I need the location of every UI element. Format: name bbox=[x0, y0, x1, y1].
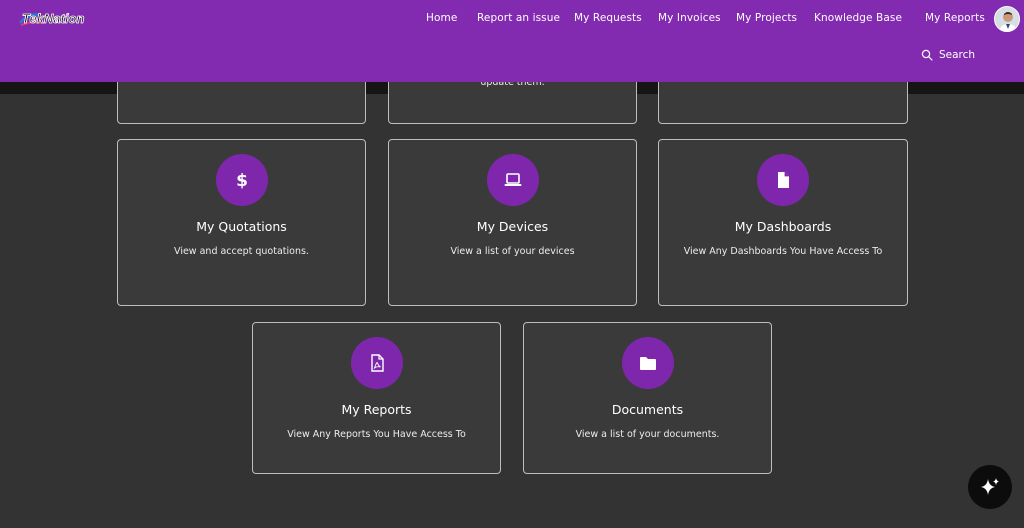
user-avatar[interactable] bbox=[994, 6, 1020, 32]
avatar-image bbox=[995, 7, 1019, 31]
sparkle-icon bbox=[981, 478, 999, 495]
nav-report-an-issue[interactable]: Report an issue bbox=[477, 12, 560, 24]
card-my-dashboards[interactable]: My Dashboards View Any Dashboards You Ha… bbox=[658, 139, 908, 306]
dollar-icon: $ bbox=[236, 171, 248, 191]
card-title: My Quotations bbox=[196, 219, 287, 234]
folder-icon bbox=[639, 357, 656, 370]
card-icon-circle bbox=[350, 337, 403, 389]
logo-text: TekNation bbox=[22, 11, 84, 26]
card-title: My Devices bbox=[476, 219, 549, 234]
top-navigation-bar: TekNation Home Report an issue My Reques… bbox=[0, 0, 1024, 82]
ai-assistant-button[interactable] bbox=[968, 465, 1012, 509]
search-label: Search bbox=[939, 49, 976, 61]
card-my-devices[interactable]: My Devices View a list of your devices bbox=[388, 139, 637, 306]
card-my-quotations[interactable]: $ My Quotations View and accept quotatio… bbox=[117, 139, 366, 306]
nav-my-requests[interactable]: My Requests bbox=[574, 12, 642, 24]
card-icon-circle bbox=[621, 337, 674, 389]
nav-my-reports[interactable]: My Reports bbox=[925, 12, 985, 24]
card-documents[interactable]: Documents View a list of your documents. bbox=[523, 322, 772, 474]
pdf-file-icon bbox=[370, 354, 384, 372]
card-description: View and accept quotations. bbox=[174, 246, 309, 257]
nav-my-invoices[interactable]: My Invoices bbox=[658, 12, 721, 24]
card-title: My Dashboards bbox=[734, 219, 832, 234]
card-description: View Any Dashboards You Have Access To bbox=[683, 246, 883, 257]
nav-knowledge-base[interactable]: Knowledge Base bbox=[814, 12, 902, 24]
card-icon-circle: $ bbox=[215, 154, 268, 206]
card-description: View Any Reports You Have Access To bbox=[287, 429, 466, 440]
card-title: Documents bbox=[611, 402, 684, 417]
card-icon-circle bbox=[757, 154, 809, 206]
svg-text:$: $ bbox=[236, 171, 248, 191]
nav-home[interactable]: Home bbox=[426, 12, 457, 24]
card-my-reports[interactable]: My Reports View Any Reports You Have Acc… bbox=[252, 322, 501, 474]
document-icon bbox=[778, 172, 789, 188]
nav-my-projects[interactable]: My Projects bbox=[736, 12, 797, 24]
page: TekNation Home Report an issue My Reques… bbox=[0, 0, 1024, 528]
card-description: View a list of your documents. bbox=[575, 429, 720, 440]
card-title: My Reports bbox=[341, 402, 412, 417]
card-description: View a list of your devices bbox=[450, 246, 575, 257]
laptop-icon bbox=[504, 173, 521, 186]
search-icon bbox=[921, 49, 933, 61]
teknation-logo[interactable]: TekNation bbox=[18, 9, 86, 29]
card-icon-circle bbox=[486, 154, 539, 206]
